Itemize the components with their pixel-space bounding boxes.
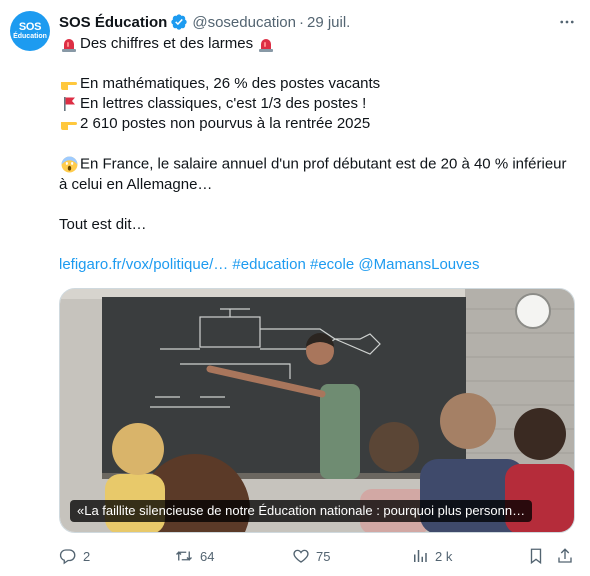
reply-icon bbox=[59, 549, 76, 565]
text-line: Tout est dit… bbox=[59, 215, 579, 235]
text-maths: En mathématiques, 26 % des postes vacant… bbox=[80, 75, 381, 92]
views-count: 2 k bbox=[435, 548, 453, 564]
share-button[interactable] bbox=[556, 545, 580, 567]
avatar[interactable]: SOS Éducation bbox=[10, 11, 50, 51]
hashtag-ecole[interactable]: #ecole bbox=[310, 255, 354, 275]
text-line: Des chiffres et des larmes bbox=[59, 34, 579, 54]
card-caption[interactable]: «La faillite silencieuse de notre Éducat… bbox=[70, 500, 533, 522]
red-flag-icon bbox=[59, 94, 79, 114]
article-link[interactable]: lefigaro.fr/vox/politique/… bbox=[59, 255, 228, 275]
like-count: 75 bbox=[316, 548, 331, 564]
bookmark-button[interactable] bbox=[527, 545, 551, 567]
separator-dot: · bbox=[298, 13, 304, 31]
text-salary: En France, le salaire annuel d'un prof d… bbox=[59, 154, 579, 195]
views-chart-icon bbox=[414, 550, 427, 562]
retweet-icon bbox=[176, 551, 192, 561]
reply-button[interactable]: 2 bbox=[59, 545, 90, 567]
like-button[interactable]: 75 bbox=[292, 545, 330, 567]
siren-icon bbox=[256, 34, 276, 54]
tweet: SOS Éducation SOS Éducation @soseducatio… bbox=[0, 0, 590, 576]
text-title: Des chiffres et des larmes bbox=[80, 35, 254, 52]
text-salary-content: En France, le salaire annuel d'un prof d… bbox=[59, 155, 567, 193]
siren-icon bbox=[59, 34, 79, 54]
author-name[interactable]: SOS Éducation bbox=[59, 14, 167, 31]
author-handle[interactable]: @soseducation bbox=[192, 14, 296, 31]
retweet-button[interactable]: 64 bbox=[174, 545, 214, 567]
heart-icon bbox=[293, 549, 309, 563]
text-line: 2 610 postes non pourvus à la rentrée 20… bbox=[59, 114, 579, 134]
tweet-text: Des chiffres et des larmes En mathématiq… bbox=[59, 34, 579, 275]
tweet-header: SOS Éducation @soseducation · 29 juil. bbox=[59, 11, 350, 33]
avatar-text-top: SOS bbox=[18, 20, 42, 33]
text-line: En mathématiques, 26 % des postes vacant… bbox=[59, 74, 579, 94]
action-bar: 2 64 75 2 k bbox=[59, 545, 579, 567]
tweet-date[interactable]: 29 juil. bbox=[307, 14, 350, 31]
pointing-right-icon bbox=[59, 74, 79, 94]
reply-count: 2 bbox=[83, 548, 91, 564]
bookmark-icon bbox=[530, 548, 542, 565]
avatar-text-bottom: Éducation bbox=[13, 32, 47, 40]
mention-link[interactable]: @MamansLouves bbox=[358, 255, 479, 275]
text-conclusion: Tout est dit… bbox=[59, 215, 147, 233]
verified-badge-icon[interactable] bbox=[170, 13, 188, 31]
text-postes: 2 610 postes non pourvus à la rentrée 20… bbox=[80, 115, 371, 132]
pointing-right-icon bbox=[59, 114, 79, 134]
link-card[interactable]: «La faillite silencieuse de notre Éducat… bbox=[59, 288, 575, 533]
retweet-count: 64 bbox=[200, 548, 215, 564]
links-line: lefigaro.fr/vox/politique/… #education #… bbox=[59, 255, 579, 275]
text-line: En lettres classiques, c'est 1/3 des pos… bbox=[59, 94, 579, 114]
text-lettres: En lettres classiques, c'est 1/3 des pos… bbox=[80, 95, 367, 112]
more-options-icon[interactable] bbox=[556, 12, 578, 32]
screaming-face-icon bbox=[59, 154, 79, 174]
views-button[interactable]: 2 k bbox=[411, 545, 452, 567]
hashtag-education[interactable]: #education bbox=[232, 255, 305, 275]
card-image bbox=[60, 289, 574, 532]
share-icon bbox=[558, 548, 572, 563]
